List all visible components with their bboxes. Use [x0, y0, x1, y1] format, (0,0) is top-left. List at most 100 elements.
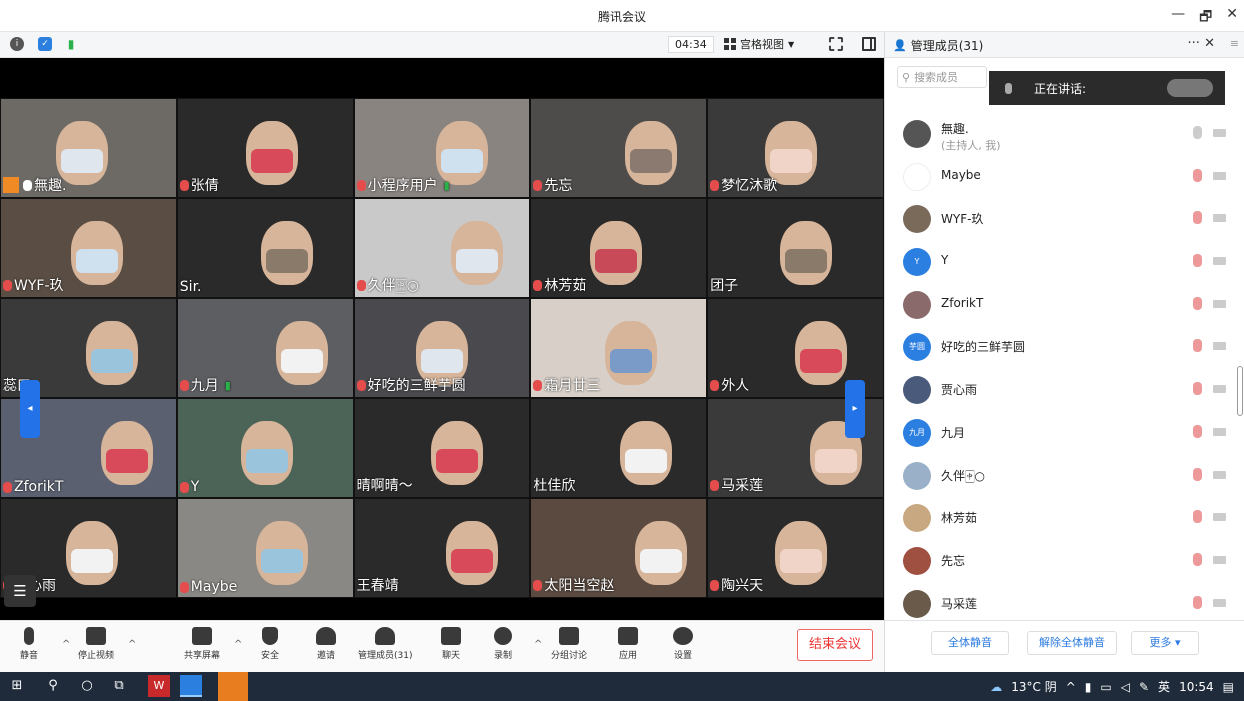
video-tile[interactable]: 王春靖 [353, 498, 531, 598]
muted-microphone-icon[interactable] [1193, 254, 1202, 268]
video-tile[interactable]: 太阳当空赵 [530, 498, 708, 598]
end-meeting-button[interactable]: 结束会议 [797, 629, 873, 661]
muted-microphone-icon[interactable] [1193, 211, 1202, 225]
camera-icon[interactable] [1213, 214, 1226, 223]
muted-microphone-icon[interactable] [1193, 296, 1202, 310]
video-tile[interactable]: Sir. [176, 198, 354, 298]
video-tile[interactable]: 陶兴天 [707, 498, 884, 598]
camera-icon[interactable] [1213, 171, 1226, 180]
restore-button[interactable]: 🗗 [1199, 6, 1212, 30]
camera-icon[interactable] [1213, 470, 1226, 479]
network-icon[interactable]: ▭ [1100, 680, 1111, 694]
member-list-item[interactable]: 林芳茹 [885, 496, 1237, 539]
manage-members-button[interactable]: 管理成员(31) [358, 627, 412, 661]
cortana-icon[interactable]: ○ [80, 679, 94, 693]
prev-page-button[interactable]: ◂ [20, 380, 40, 438]
mute-all-button[interactable]: 全体静音 [931, 631, 1009, 655]
share-screen-button[interactable]: 共享屏幕 [184, 627, 220, 661]
mute-button[interactable]: 静音 [20, 627, 38, 661]
video-tile[interactable]: 团子 [707, 198, 884, 298]
muted-microphone-icon[interactable] [1193, 339, 1202, 353]
apps-button[interactable]: 应用 [618, 627, 638, 661]
unmute-all-button[interactable]: 解除全体静音 [1027, 631, 1117, 655]
microphone-icon[interactable] [1193, 126, 1202, 139]
tencent-meeting-app-icon[interactable] [180, 675, 202, 697]
member-search-input[interactable]: ⚲ 搜索成员 [897, 66, 987, 88]
member-list-item[interactable]: 久伴🀄︎○ [885, 454, 1237, 497]
camera-icon[interactable] [1213, 342, 1226, 351]
muted-microphone-icon[interactable] [1193, 467, 1202, 481]
video-tile[interactable]: 九月 ▮ [176, 298, 354, 398]
muted-microphone-icon[interactable] [1193, 168, 1202, 182]
muted-microphone-icon[interactable] [1193, 510, 1202, 524]
windows-start-icon[interactable]: ⊞ [10, 679, 24, 693]
side-panel-toggle-icon[interactable] [862, 37, 876, 51]
fullscreen-icon[interactable] [829, 37, 843, 51]
signal-icon[interactable]: ▮ [64, 37, 78, 51]
video-tile[interactable]: 霜月廿三 [530, 298, 708, 398]
stop-video-button[interactable]: 停止视频 [78, 627, 114, 661]
video-tile[interactable]: 杜佳欣 [530, 398, 708, 498]
video-tile[interactable]: 好吃的三鲜芋圆 [353, 298, 531, 398]
video-tile[interactable]: 久伴🀄︎○ [353, 198, 531, 298]
settings-button[interactable]: 设置 [673, 627, 693, 661]
camera-icon[interactable] [1213, 555, 1226, 564]
camera-icon[interactable] [1213, 299, 1226, 308]
next-page-button[interactable]: ▸ [845, 380, 865, 438]
video-tile[interactable]: Maybe [176, 498, 354, 598]
video-tile[interactable]: WYF-玖 [0, 198, 177, 298]
camera-icon[interactable] [1213, 427, 1226, 436]
camera-icon[interactable] [1213, 598, 1226, 607]
video-tile[interactable]: Y [176, 398, 354, 498]
list-view-button[interactable]: ☰ [4, 575, 36, 607]
share-options-icon[interactable]: ^ [234, 639, 242, 650]
member-list-item[interactable]: YY [885, 240, 1237, 283]
member-list-item[interactable]: ZforikT [885, 283, 1237, 326]
chat-button[interactable]: 聊天 [441, 627, 461, 661]
member-list-item[interactable]: 芋圆 好吃的三鲜芋圆 [885, 325, 1237, 368]
member-list-item[interactable]: 九月 九月 [885, 411, 1237, 454]
video-tile[interactable]: 先忘 [530, 98, 708, 198]
member-list-item[interactable]: WYF-玖 [885, 197, 1237, 240]
minimize-button[interactable]: — [1171, 6, 1185, 30]
volume-icon[interactable]: ◁ [1121, 680, 1130, 694]
member-list-scrollbar[interactable] [1237, 366, 1243, 416]
member-list-item[interactable]: 先忘 [885, 539, 1237, 582]
search-icon[interactable]: ⚲ [46, 679, 60, 693]
camera-icon[interactable] [1213, 257, 1226, 266]
muted-microphone-icon[interactable] [1193, 595, 1202, 609]
security-button[interactable]: 安全 [261, 627, 279, 661]
camera-icon[interactable] [1213, 385, 1226, 394]
chevron-up-icon[interactable]: ^ [1066, 680, 1076, 694]
camera-icon[interactable] [1213, 513, 1226, 522]
video-tile[interactable]: 林芳茹 [530, 198, 708, 298]
info-icon[interactable]: i [10, 37, 24, 51]
invite-button[interactable]: 邀请 [316, 627, 336, 661]
menu-icon[interactable]: ≡ [1230, 37, 1239, 50]
mic-options-icon[interactable]: ^ [62, 639, 70, 650]
video-tile[interactable]: 晴啊晴～ [353, 398, 531, 498]
muted-microphone-icon[interactable] [1193, 382, 1202, 396]
camera-icon[interactable] [1213, 129, 1226, 137]
breakout-button[interactable]: 分组讨论 [551, 627, 587, 661]
shield-icon[interactable]: ✓ [38, 37, 52, 51]
close-button[interactable]: ✕ [1226, 6, 1238, 30]
video-options-icon[interactable]: ^ [128, 639, 136, 650]
wechat-app-icon[interactable] [218, 672, 248, 701]
close-panel-button[interactable]: ✕ [1204, 36, 1215, 51]
more-options-button[interactable]: ··· [1188, 36, 1200, 51]
view-mode-button[interactable]: 宫格视图 ▼ [724, 36, 794, 52]
video-tile[interactable]: 梦忆沐歌 [707, 98, 884, 198]
member-list-item[interactable]: Maybe [885, 155, 1237, 198]
video-tile[interactable]: 小程序用户 ▮ [353, 98, 531, 198]
wps-app-icon[interactable]: W [148, 675, 170, 697]
more-button[interactable]: 更多 ▾ [1131, 631, 1199, 655]
record-options-icon[interactable]: ^ [534, 639, 542, 650]
video-tile[interactable]: 张倩 [176, 98, 354, 198]
member-list-item[interactable]: 贾心雨 [885, 368, 1237, 411]
record-button[interactable]: 录制 [494, 627, 512, 661]
task-view-icon[interactable]: ⧉ [112, 679, 126, 693]
muted-microphone-icon[interactable] [1193, 424, 1202, 438]
ime-indicator[interactable]: 英 [1158, 678, 1170, 695]
muted-microphone-icon[interactable] [1193, 552, 1202, 566]
